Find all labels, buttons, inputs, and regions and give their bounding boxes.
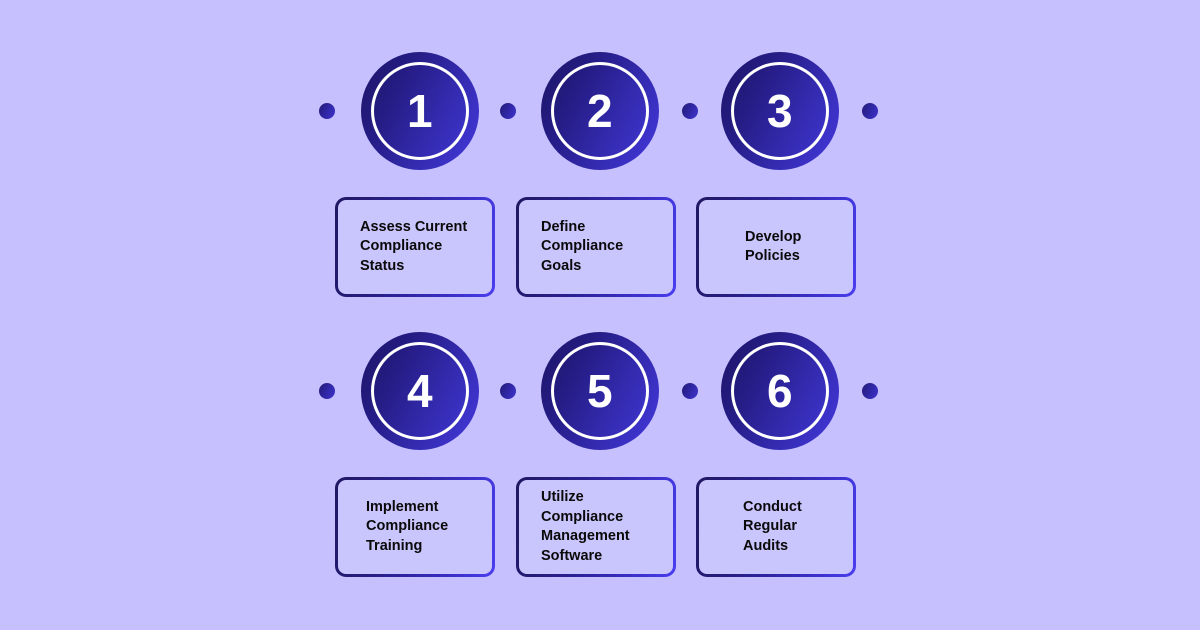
connector-dot-icon xyxy=(319,383,335,399)
connector-dot-icon xyxy=(682,103,698,119)
step-number-6: 6 xyxy=(766,365,794,417)
step-label-band-row-2: Implement Compliance Training Utilize Co… xyxy=(300,477,900,582)
step-label-inner-3: Develop Policies xyxy=(699,200,853,294)
step-label-text-1: Assess Current Compliance Status xyxy=(360,218,468,274)
step-circle-1[interactable]: 1 xyxy=(361,52,479,170)
step-label-text-2: Define Compliance Goals xyxy=(541,218,624,274)
step-label-box-2[interactable]: Define Compliance Goals xyxy=(516,197,676,297)
step-label-text-4: Implement Compliance Training xyxy=(366,498,449,554)
step-label-inner-2: Define Compliance Goals xyxy=(519,200,673,294)
connector-dot-icon xyxy=(319,103,335,119)
step-circle-3[interactable]: 3 xyxy=(721,52,839,170)
step-label-box-6[interactable]: Conduct Regular Audits xyxy=(696,477,856,577)
connector-dot-icon xyxy=(682,383,698,399)
connector-dot-icon xyxy=(500,383,516,399)
step-label-inner-4: Implement Compliance Training xyxy=(338,480,492,574)
step-circle-5[interactable]: 5 xyxy=(541,332,659,450)
step-circle-6[interactable]: 6 xyxy=(721,332,839,450)
step-number-1: 1 xyxy=(406,85,434,137)
step-label-text-3: Develop Policies xyxy=(745,228,802,265)
step-label-box-3[interactable]: Develop Policies xyxy=(696,197,856,297)
step-label-box-5[interactable]: Utilize Compliance Management Software xyxy=(516,477,676,577)
step-label-inner-5: Utilize Compliance Management Software xyxy=(519,480,673,574)
step-label-text-6: Conduct Regular Audits xyxy=(743,498,802,554)
step-circle-band-row-2: 4 5 6 xyxy=(300,322,900,460)
connector-dot-icon xyxy=(862,383,878,399)
step-circle-band-row-1: 1 2 3 xyxy=(300,42,900,180)
connector-dot-icon xyxy=(862,103,878,119)
step-label-inner-6: Conduct Regular Audits xyxy=(699,480,853,574)
step-number-3: 3 xyxy=(766,85,794,137)
connector-dot-icon xyxy=(500,103,516,119)
step-number-4: 4 xyxy=(406,365,434,417)
step-circle-4[interactable]: 4 xyxy=(361,332,479,450)
step-number-2: 2 xyxy=(586,85,614,137)
step-number-5: 5 xyxy=(586,365,614,417)
process-infographic: 1 2 3 Assess Current Compliance Status D… xyxy=(0,0,1200,630)
step-circle-2[interactable]: 2 xyxy=(541,52,659,170)
step-label-inner-1: Assess Current Compliance Status xyxy=(338,200,492,294)
step-label-box-1[interactable]: Assess Current Compliance Status xyxy=(335,197,495,297)
step-label-text-5: Utilize Compliance Management Software xyxy=(541,489,630,564)
step-label-box-4[interactable]: Implement Compliance Training xyxy=(335,477,495,577)
step-label-band-row-1: Assess Current Compliance Status Define … xyxy=(300,197,900,302)
